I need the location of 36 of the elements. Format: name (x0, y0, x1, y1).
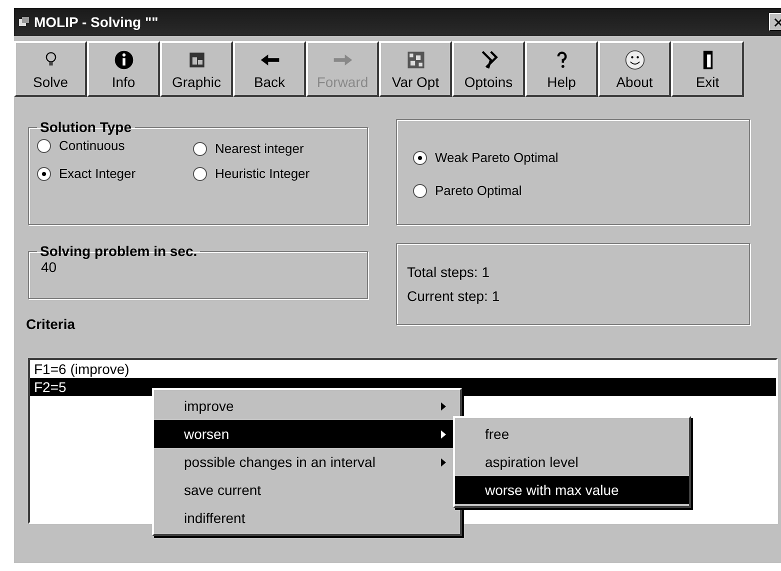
menu-item[interactable]: worse with max value (455, 476, 689, 504)
submenu-arrow-icon (441, 458, 446, 466)
toolbar-button[interactable]: Exit (671, 41, 744, 97)
time-value: 40 (40, 259, 58, 275)
current-step: Current step: 1 (407, 288, 741, 304)
radio-button[interactable] (37, 138, 51, 152)
radio-button[interactable] (413, 150, 427, 164)
radio-option[interactable]: Exact Integer (37, 166, 185, 181)
submenu-arrow-icon (441, 402, 446, 410)
toolbar-button[interactable]: Solve (14, 41, 87, 97)
toolbar-button[interactable]: Help (525, 41, 598, 97)
group-title: Solving problem in sec. (39, 243, 198, 259)
close-icon (774, 18, 781, 26)
radio-option[interactable]: Nearest integer (192, 141, 359, 156)
radio-button[interactable] (37, 166, 51, 180)
toolbar-button[interactable]: Graphic (160, 41, 233, 97)
group-title: Solution Type (39, 119, 133, 135)
toolbar-button[interactable]: Optoins (452, 41, 525, 97)
smiley-icon (622, 48, 646, 70)
radio-button[interactable] (192, 166, 207, 180)
toolbar-button[interactable]: About (598, 41, 671, 97)
criteria-label: Criteria (26, 316, 76, 332)
radio-button[interactable] (413, 184, 427, 198)
toolbar-button[interactable]: Var Opt (379, 41, 452, 97)
radio-button[interactable] (192, 142, 207, 156)
app-icon (18, 16, 30, 28)
submenu-arrow-icon (441, 430, 446, 438)
radio-option[interactable]: Pareto Optimal (413, 183, 741, 198)
radio-option[interactable]: Heuristic Integer (192, 166, 359, 181)
toolbar-button[interactable]: Back (233, 41, 306, 97)
radio-option[interactable]: Weak Pareto Optimal (413, 150, 741, 165)
window-title: MOLIP - Solving "" (34, 14, 160, 30)
total-steps: Total steps: 1 (407, 264, 741, 280)
criteria-item[interactable]: F1=6 (improve) (30, 360, 776, 378)
toolbar-button[interactable]: Info (87, 41, 160, 97)
radio-option[interactable]: Continuous (37, 135, 185, 156)
